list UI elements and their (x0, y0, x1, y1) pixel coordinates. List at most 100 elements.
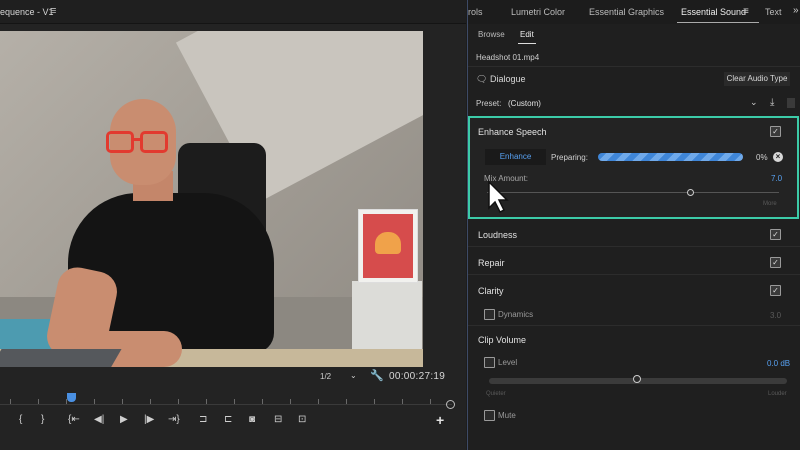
divider (468, 66, 800, 67)
tab-edit[interactable]: Edit (520, 30, 534, 39)
ruler-tick (10, 399, 11, 404)
loudness-title: Loudness (478, 230, 518, 240)
clip-name: Headshot 01.mp4 (476, 53, 540, 62)
save-preset-icon[interactable]: ⤓ (770, 97, 774, 108)
enhance-speech-checkbox[interactable]: ✓ (770, 126, 781, 137)
tab-browse[interactable]: Browse (478, 30, 505, 39)
repair-checkbox[interactable]: ✓ (770, 257, 781, 268)
overflow-icon[interactable]: » (793, 5, 799, 16)
ruler-line (0, 404, 452, 405)
tab-essential-graphics[interactable]: Essential Graphics (589, 7, 664, 17)
ruler-tick (178, 399, 179, 404)
progress-percent: 0% (756, 153, 768, 162)
trash-icon[interactable] (787, 98, 795, 108)
clip-volume-title: Clip Volume (478, 335, 527, 345)
sequence-tab-label: equence - V1 (0, 7, 54, 17)
fit-dropdown[interactable]: 1/2 ⌄ (314, 370, 362, 384)
overwrite-button[interactable]: ⊏ (224, 414, 232, 425)
preset-label: Preset: (476, 99, 502, 108)
mute-label: Mute (498, 411, 516, 420)
active-tab-underline (677, 22, 759, 23)
ruler-tick (346, 399, 347, 404)
tab-lumetri-color[interactable]: Lumetri Color (511, 7, 565, 17)
compare-button[interactable]: ⊟ (274, 414, 282, 425)
ruler-tick (122, 399, 123, 404)
play-button[interactable]: ▶ (120, 414, 128, 425)
repair-title: Repair (478, 258, 505, 268)
clarity-checkbox[interactable]: ✓ (770, 285, 781, 296)
mix-amount-slider[interactable] (487, 192, 779, 193)
go-to-in-button[interactable]: {⇤ (68, 414, 80, 425)
mute-checkbox[interactable] (484, 410, 495, 421)
tab-essential-sound[interactable]: Essential Sound (681, 7, 746, 17)
ruler-tick (150, 399, 151, 404)
preparing-label: Preparing: (551, 153, 588, 162)
video-frame (0, 31, 423, 367)
clear-audio-type-button[interactable]: Clear Audio Type (724, 72, 790, 86)
subtabs: Browse Edit (468, 26, 800, 44)
wrench-icon[interactable]: 🔧 (370, 369, 384, 382)
enhance-speech-title: Enhance Speech (478, 127, 547, 137)
mix-amount-value[interactable]: 7.0 (771, 174, 782, 183)
picture-heart (375, 232, 401, 254)
preset-dropdown[interactable]: (Custom) (508, 99, 541, 108)
step-forward-button[interactable]: |▶ (144, 414, 154, 425)
insert-button[interactable]: ⊐ (199, 414, 207, 425)
red-glasses (106, 131, 172, 153)
ruler-tick (206, 399, 207, 404)
progress-bar (598, 153, 743, 161)
glasses-right-lens (140, 131, 168, 153)
mark-out-button[interactable]: } (41, 414, 44, 425)
audio-type-label: Dialogue (490, 74, 526, 84)
level-handle[interactable] (633, 375, 641, 383)
zoom-handle[interactable] (446, 400, 455, 409)
camera-icon[interactable]: ◙ (249, 414, 255, 425)
chevron-down-icon: ⌄ (350, 371, 357, 380)
cancel-icon[interactable]: × (773, 152, 783, 162)
mouse-cursor-icon (488, 180, 509, 214)
quieter-label: Quieter (486, 391, 506, 397)
fit-value: 1/2 (320, 372, 332, 381)
mix-more-label: More (763, 201, 777, 207)
tab-controls[interactable]: rols (468, 7, 483, 17)
louder-label: Louder (768, 391, 787, 397)
dynamics-label: Dynamics (498, 310, 534, 319)
ruler-tick (290, 399, 291, 404)
tab-text[interactable]: Text (765, 7, 782, 17)
ruler-tick (38, 399, 39, 404)
glasses-left-lens (106, 131, 134, 153)
program-monitor: equence - V1 ≡ 1/2 ⌄ 🔧 00:00:27:19 {} {… (0, 0, 466, 450)
lift-button[interactable]: ⊡ (298, 414, 306, 425)
timecode[interactable]: 00:00:27:19 (389, 371, 445, 382)
step-back-button[interactable]: ◀| (94, 414, 104, 425)
divider (468, 246, 800, 247)
tab-menu-icon[interactable]: ≡ (743, 6, 749, 17)
sequence-tab[interactable]: equence - V1 ≡ (0, 0, 466, 24)
dynamics-checkbox[interactable] (484, 309, 495, 320)
ruler-tick (402, 399, 403, 404)
mix-amount-handle[interactable] (687, 189, 694, 196)
panel-tabs: rols Lumetri Color Essential Graphics Es… (468, 0, 800, 24)
go-to-out-button[interactable]: ⇥} (168, 414, 180, 425)
divider (468, 274, 800, 275)
mark-in-button[interactable]: { (19, 414, 22, 425)
divider (468, 325, 800, 326)
chevron-down-icon[interactable]: ⌄ (750, 97, 758, 108)
picture-frame (358, 209, 418, 283)
level-label: Level (498, 358, 518, 367)
clarity-title: Clarity (478, 286, 504, 296)
menu-icon[interactable]: ≡ (50, 5, 56, 17)
active-subtab-underline (518, 43, 536, 44)
level-checkbox[interactable] (484, 357, 495, 368)
playhead[interactable] (67, 393, 76, 402)
loudness-checkbox[interactable]: ✓ (770, 229, 781, 240)
enhance-button[interactable]: Enhance (485, 149, 546, 165)
ruler-tick (374, 399, 375, 404)
transport-controls: { } {⇤ ◀| ▶ |▶ ⇥} ⊐ ⊏ ◙ ⊟ ⊡ (0, 414, 466, 432)
ruler-tick (262, 399, 263, 404)
add-button[interactable]: + (436, 412, 444, 428)
ruler-tick (234, 399, 235, 404)
level-value[interactable]: 0.0 dB (767, 359, 790, 368)
time-ruler[interactable] (0, 393, 452, 405)
dynamics-value: 3.0 (770, 311, 782, 320)
